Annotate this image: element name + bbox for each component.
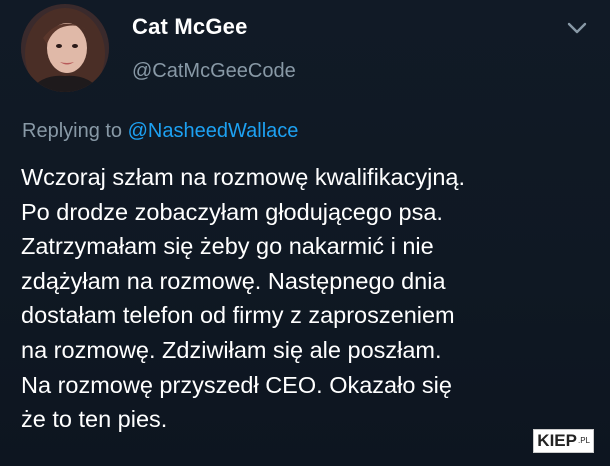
avatar[interactable] [21, 4, 109, 92]
tweet-body-line: że to ten pies. [21, 406, 168, 433]
tweet-body-line: na rozmowę. Zdziwiłam się ale poszłam. [21, 336, 442, 363]
tweet-body-line: Zatrzymałam się żeby go nakarmić i nie [21, 233, 434, 260]
site-watermark: KIEP.PL [533, 429, 594, 453]
tweet-card: Cat McGee @CatMcGeeCode Replying to @Nas… [0, 0, 610, 466]
tweet-body-line: zdążyłam na rozmowę. Następnego dnia [21, 267, 446, 294]
tweet-body-line: Po drodze zobaczyłam głodującego psa. [21, 198, 443, 225]
user-handle[interactable]: @CatMcGeeCode [132, 60, 296, 83]
tweet-body: Wczoraj szłam na rozmowę kwalifikacyjną.… [21, 160, 601, 437]
tweet-body-line: dostałam telefon od firmy z zaproszeniem [21, 302, 455, 329]
tweet-body-line: Na rozmowę przyszedł CEO. Okazało się [21, 371, 452, 398]
replying-to-label: Replying to [22, 120, 128, 142]
profile-photo-icon [21, 4, 109, 92]
display-name[interactable]: Cat McGee [132, 14, 248, 40]
tweet-body-line: Wczoraj szłam na rozmowę kwalifikacyjną. [21, 164, 466, 190]
reply-mention-link[interactable]: @NasheedWallace [128, 120, 299, 142]
replying-to: Replying to @NasheedWallace [22, 120, 298, 143]
watermark-suffix: .PL [577, 436, 590, 445]
chevron-down-icon[interactable] [566, 20, 588, 36]
watermark-text: KIEP [537, 431, 577, 450]
